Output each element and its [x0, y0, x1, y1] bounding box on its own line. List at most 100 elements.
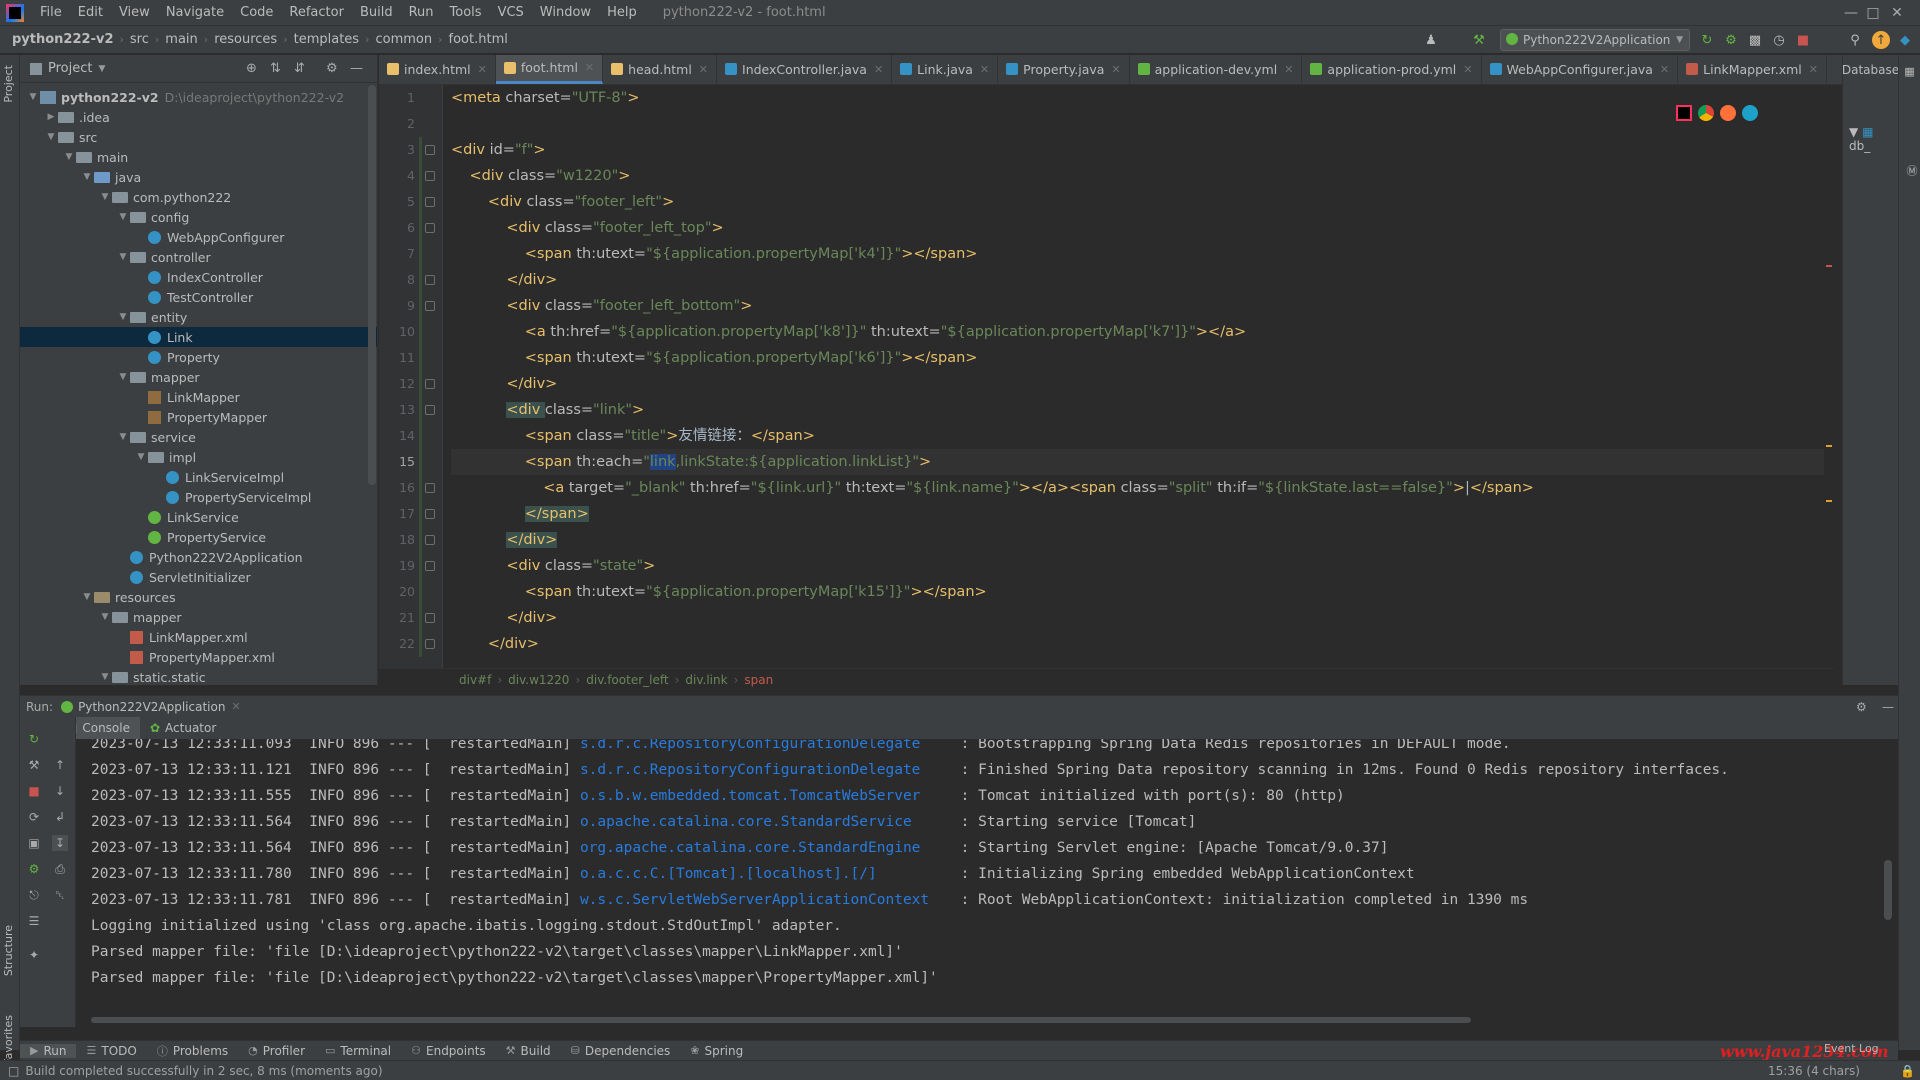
line-number[interactable]: 9	[379, 293, 415, 319]
breadcrumb-item[interactable]: common	[371, 32, 436, 47]
log-logger[interactable]: o.a.c.c.C.[Tomcat].[localhost].[/]	[580, 861, 952, 887]
tool-window-build[interactable]: ⚒ Build	[496, 1044, 561, 1058]
restart-icon[interactable]: ⟳	[26, 809, 42, 825]
close-tab-icon[interactable]: ✕	[1284, 63, 1293, 76]
menu-refactor[interactable]: Refactor	[281, 0, 352, 26]
hide-panel-icon[interactable]: —	[350, 61, 363, 76]
rerun-icon[interactable]: ↻	[1698, 31, 1716, 49]
log-logger[interactable]: o.s.b.w.embedded.tomcat.TomcatWebServer	[580, 783, 952, 809]
fold-marker-icon[interactable]	[425, 483, 435, 493]
tree-node[interactable]: ▼ mapper	[20, 607, 377, 627]
chevron-down-icon[interactable]: ▼	[116, 372, 130, 382]
console-output[interactable]: 2023-07-13 12:33:11.093 INFO 896 --- [ r…	[77, 739, 1898, 1027]
editor-tab[interactable]: head.html ✕	[603, 55, 718, 84]
chevron-down-icon[interactable]: ▼	[44, 132, 58, 142]
breadcrumb-item[interactable]: python222-v2	[8, 32, 118, 47]
code-line-6[interactable]: <div class="footer_left_top">	[451, 215, 723, 241]
close-tab-icon[interactable]: ✕	[1660, 63, 1669, 76]
chevron-down-icon[interactable]: ▼	[116, 252, 130, 262]
line-number[interactable]: 21	[379, 605, 415, 631]
tree-node[interactable]: ▼ impl	[20, 447, 377, 467]
line-number[interactable]: 4	[379, 163, 415, 189]
edge-icon[interactable]	[1742, 105, 1758, 121]
line-number[interactable]: 13	[379, 397, 415, 423]
menu-vcs[interactable]: VCS	[490, 0, 532, 26]
log-line[interactable]: 2023-07-13 12:33:11.564 INFO 896 --- [ r…	[91, 835, 1388, 861]
scroll-to-end-icon[interactable]: ↧	[52, 835, 68, 851]
menu-help[interactable]: Help	[599, 0, 645, 26]
update-app-icon[interactable]: ⚙	[26, 861, 42, 877]
chevron-down-icon[interactable]: ▼	[98, 672, 112, 682]
log-logger[interactable]: org.apache.catalina.core.StandardEngine	[580, 835, 952, 861]
wrench-icon[interactable]: ⚒	[26, 757, 42, 773]
editor-tab[interactable]: Property.java ✕	[998, 55, 1130, 84]
log-logger[interactable]: o.apache.catalina.core.StandardService	[580, 809, 952, 835]
editor-tab[interactable]: WebAppConfigurer.java ✕	[1482, 55, 1679, 84]
line-number[interactable]: 1	[379, 85, 415, 111]
editor-breadcrumb-item[interactable]: div.link	[679, 673, 733, 687]
menu-view[interactable]: View	[111, 0, 158, 26]
tree-node[interactable]: ▼ src	[20, 127, 377, 147]
chevron-down-icon[interactable]: ▼	[98, 64, 105, 74]
structure-tool-tab[interactable]: Structure	[2, 925, 15, 976]
menu-run[interactable]: Run	[401, 0, 442, 26]
code-line-11[interactable]: <span th:utext="${application.propertyMa…	[451, 345, 978, 371]
close-tab-icon[interactable]: ✕	[585, 61, 594, 74]
tool-window-endpoints[interactable]: ⚇ Endpoints	[401, 1044, 496, 1058]
warning-stripe-marker[interactable]	[1826, 445, 1832, 447]
chevron-right-icon[interactable]: ▶	[44, 112, 58, 122]
fold-marker-icon[interactable]	[425, 561, 435, 571]
tree-node[interactable]: IndexController	[20, 267, 377, 287]
project-tool-tab[interactable]: Project	[2, 65, 15, 103]
code-line-9[interactable]: <div class="footer_left_bottom">	[451, 293, 752, 319]
log-logger[interactable]: s.d.r.c.RepositoryConfigurationDelegate	[580, 757, 952, 783]
tree-node[interactable]: Property	[20, 347, 377, 367]
breadcrumb-item[interactable]: resources	[210, 32, 281, 47]
editor-tab[interactable]: IndexController.java ✕	[717, 55, 893, 84]
tree-node[interactable]: ▼ service	[20, 427, 377, 447]
fold-marker-icon[interactable]	[425, 145, 435, 155]
line-number[interactable]: 6	[379, 215, 415, 241]
fold-marker-icon[interactable]	[425, 639, 435, 649]
tree-node[interactable]: ▼ java	[20, 167, 377, 187]
chevron-down-icon[interactable]: ▼	[80, 592, 94, 602]
tree-node[interactable]: LinkMapper	[20, 387, 377, 407]
code-line-13[interactable]: <div class="link">	[451, 397, 644, 423]
tool-window-terminal[interactable]: ▭ Terminal	[315, 1044, 401, 1058]
code-line-21[interactable]: </div>	[451, 605, 557, 631]
search-everywhere-icon[interactable]: ⚲	[1846, 31, 1864, 49]
tool-window-profiler[interactable]: ◔ Profiler	[238, 1044, 315, 1058]
code-line-8[interactable]: </div>	[451, 267, 557, 293]
editor-tab[interactable]: index.html ✕	[379, 55, 496, 84]
caret-position[interactable]: 15:36 (4 chars)	[1768, 1064, 1860, 1078]
line-number[interactable]: 7	[379, 241, 415, 267]
database-panel-title[interactable]: Database	[1843, 55, 1898, 85]
log-line[interactable]: 2023-07-13 12:33:11.555 INFO 896 --- [ r…	[91, 783, 1345, 809]
tree-node[interactable]: ▼ mapper	[20, 367, 377, 387]
updates-icon[interactable]: ↑	[1872, 31, 1890, 49]
tree-node[interactable]: PropertyService	[20, 527, 377, 547]
editor-scrollbar[interactable]	[1824, 85, 1834, 668]
line-number[interactable]: 11	[379, 345, 415, 371]
debug-icon[interactable]: ⚙	[1722, 31, 1740, 49]
fold-marker-icon[interactable]	[425, 379, 435, 389]
chevron-down-icon[interactable]: ▼	[116, 212, 130, 222]
line-number[interactable]: 8	[379, 267, 415, 293]
hide-panel-icon[interactable]: —	[1882, 700, 1894, 714]
console-hscrollbar[interactable]	[91, 1017, 1471, 1023]
fold-marker-icon[interactable]	[425, 613, 435, 623]
line-number[interactable]: 19	[379, 553, 415, 579]
tree-node[interactable]: Link	[20, 327, 377, 347]
vcs-user-icon[interactable]: ♟	[1422, 31, 1440, 49]
tool-window-run[interactable]: ▶ Run	[20, 1043, 77, 1058]
tree-node[interactable]: Python222V2Application	[20, 547, 377, 567]
editor-breadcrumb-item[interactable]: div.w1220	[502, 673, 575, 687]
close-tab-icon[interactable]: ✕	[874, 63, 883, 76]
fold-marker-icon[interactable]	[425, 405, 435, 415]
tree-node[interactable]: PropertyMapper.xml	[20, 647, 377, 667]
profile-icon[interactable]: ◷	[1770, 31, 1788, 49]
warning-stripe-marker[interactable]	[1826, 500, 1832, 502]
pin-icon[interactable]: ✦	[26, 947, 42, 963]
chevron-down-icon[interactable]: ▼	[134, 452, 148, 462]
line-number[interactable]: 10	[379, 319, 415, 345]
